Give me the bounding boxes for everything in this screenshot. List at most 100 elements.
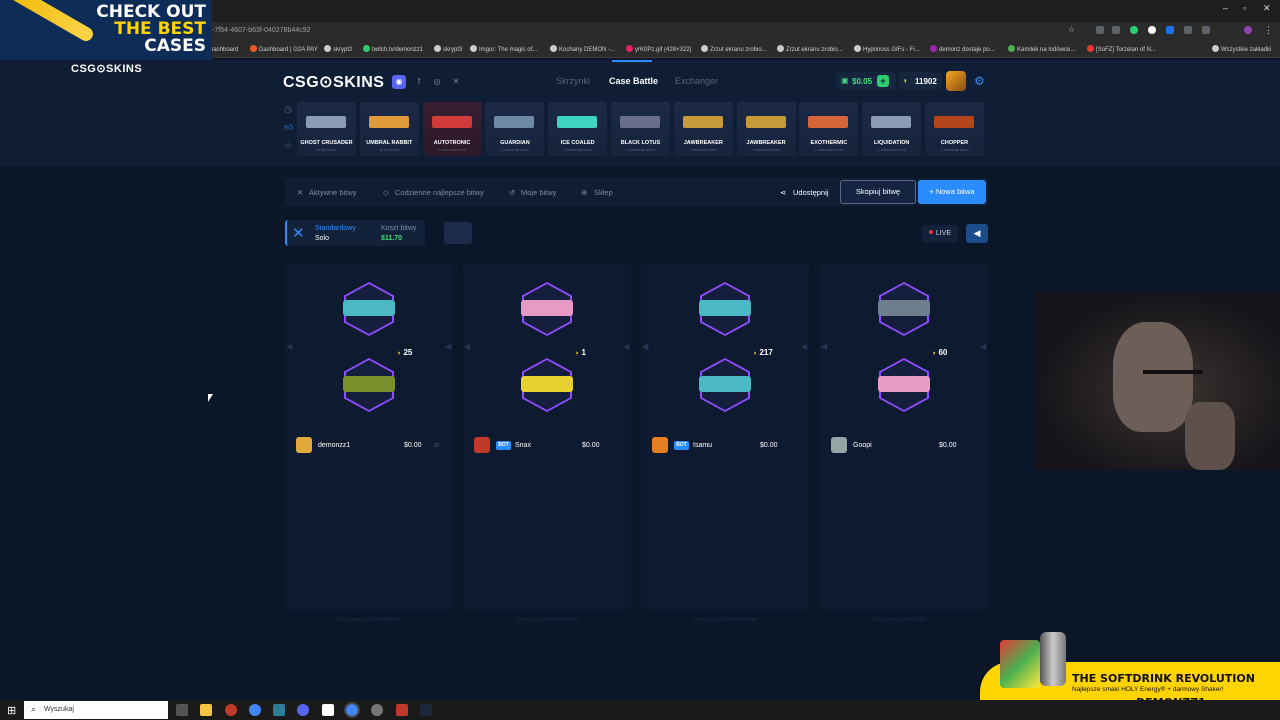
instagram-icon[interactable]: ◎ bbox=[430, 75, 444, 89]
settings-gear-icon[interactable]: ⚙ bbox=[974, 74, 985, 88]
live-drop-item[interactable]: BLACK LOTUS 1 sekundę temu bbox=[611, 102, 670, 156]
live-drop-item[interactable]: CHOPPER 1 sekundę temu bbox=[925, 102, 984, 156]
extension-icon[interactable] bbox=[1130, 26, 1138, 34]
player-name[interactable]: Isamu bbox=[693, 442, 712, 449]
star-icon[interactable]: ☆ bbox=[284, 140, 292, 151]
steam-icon[interactable] bbox=[420, 704, 432, 716]
nav-cases[interactable]: Skrzynki bbox=[556, 76, 590, 86]
nav-exchanger[interactable]: Exchanger bbox=[675, 76, 718, 86]
bookmark-item[interactable]: demonz dostaje po... bbox=[930, 45, 995, 55]
bookmark-item[interactable]: yrK0Pz.gif (428×322) bbox=[626, 45, 692, 55]
facebook-icon[interactable]: f bbox=[412, 75, 426, 89]
live-drop-item[interactable]: EXOTHERMIC 1 sekundę temu bbox=[799, 102, 859, 156]
cost-label: Koszt bitwy bbox=[381, 225, 417, 232]
store-icon[interactable] bbox=[273, 704, 285, 716]
discord-app-icon[interactable] bbox=[297, 704, 309, 716]
opera-icon[interactable] bbox=[225, 704, 237, 716]
new-battle-button[interactable]: + Nowa bitwa bbox=[918, 180, 986, 204]
extension-icon[interactable] bbox=[1148, 26, 1156, 34]
bookmark-item[interactable]: Kochany DEMON -... bbox=[550, 45, 615, 55]
copy-battle-button[interactable]: Skopiuj bitwę bbox=[840, 180, 916, 204]
maximize-icon[interactable]: ▫ bbox=[1243, 3, 1246, 13]
coin-icon: ◗ bbox=[903, 76, 908, 85]
live-drop-item[interactable]: AUTOTRONIC 2 sekundy temu bbox=[422, 102, 482, 156]
chrome-icon[interactable] bbox=[249, 704, 261, 716]
new-battle-label: + Nowa bitwa bbox=[929, 187, 975, 196]
live-drop-item[interactable]: LIQUIDATION 1 sekundę temu bbox=[862, 102, 922, 156]
clock-icon[interactable]: ◷ bbox=[284, 104, 292, 115]
thumbs-up-icon[interactable]: 👍︎ bbox=[284, 122, 293, 133]
item-count-value: 60 bbox=[938, 348, 948, 357]
player-name[interactable]: demonzz1 bbox=[318, 442, 350, 449]
sound-toggle-icon[interactable]: ◀︎ bbox=[966, 224, 988, 243]
player-winnings: $0.00 bbox=[404, 442, 422, 449]
file-explorer-icon[interactable] bbox=[200, 704, 212, 716]
item-count-value: 25 bbox=[403, 348, 413, 357]
bookmark-favicon-icon bbox=[701, 45, 708, 52]
extension-icon[interactable] bbox=[1184, 26, 1192, 34]
battle-case-thumbnail[interactable] bbox=[444, 222, 472, 244]
url-text[interactable]: -7f54-4607-b63f-040278b44c92 bbox=[212, 26, 310, 36]
live-drop-item[interactable]: GUARDIAN 2 sekundy temu bbox=[485, 102, 545, 156]
live-drop-item[interactable]: GHOST CRUSADER w tej chwili bbox=[297, 102, 356, 156]
minimize-icon[interactable]: – bbox=[1223, 3, 1228, 13]
obs-icon[interactable] bbox=[371, 704, 383, 716]
live-dot bbox=[928, 230, 933, 234]
bookmark-item[interactable]: Imgur: The magic of... bbox=[470, 45, 537, 55]
windows-start-icon[interactable]: ⊞ bbox=[7, 704, 16, 717]
site-logo[interactable]: CSG⊙SKINS bbox=[283, 72, 384, 92]
bookmark-item[interactable]: Hypnnoss GIFs - Fi... bbox=[854, 45, 920, 55]
bookmark-item[interactable]: Dashboard | G2A PAY bbox=[250, 45, 318, 55]
bookmark-item[interactable]: twitch.tv/demonzz1 bbox=[363, 45, 423, 55]
task-view-icon[interactable] bbox=[176, 704, 188, 716]
close-window-icon[interactable]: ✕ bbox=[1263, 3, 1271, 14]
player-avatar[interactable] bbox=[474, 437, 490, 453]
player-name[interactable]: Goopi bbox=[853, 442, 872, 449]
bookmark-item[interactable]: skrypt2 bbox=[324, 45, 352, 55]
bookmark-label: Dashboard | G2A PAY bbox=[259, 47, 318, 53]
profile-avatar[interactable] bbox=[1244, 26, 1252, 34]
taskbar-search[interactable]: Wyszukaj bbox=[24, 701, 168, 719]
shield-app-icon[interactable] bbox=[396, 704, 408, 716]
live-drop-item[interactable]: ICE COALED 3 sekundy temu bbox=[548, 102, 608, 156]
browser-menu-icon[interactable]: ⋮ bbox=[1264, 25, 1273, 36]
drink-pack-graphic bbox=[1000, 640, 1040, 688]
tab-active-battles[interactable]: Aktywne bitwy bbox=[309, 188, 357, 197]
extension-icon[interactable] bbox=[1166, 26, 1174, 34]
nav-active-indicator bbox=[612, 60, 652, 62]
nav-case-battle[interactable]: Case Battle bbox=[609, 76, 658, 86]
bookmark-item[interactable]: Zrzut ekranu zrobio... bbox=[777, 45, 843, 55]
bookmark-item[interactable]: skrypt3 bbox=[434, 45, 462, 55]
smile-icon[interactable]: ☺ bbox=[433, 442, 440, 449]
bookmark-label: Zrzut ekranu zrobio... bbox=[710, 47, 767, 53]
extension-icon[interactable] bbox=[1096, 26, 1104, 34]
player-avatar[interactable] bbox=[296, 437, 312, 453]
bookmark-star-icon[interactable]: ☆ bbox=[1068, 25, 1076, 34]
drop-name: JAWBREAKER bbox=[746, 140, 786, 146]
app-icon[interactable] bbox=[322, 704, 334, 716]
extension-icon[interactable] bbox=[1112, 26, 1120, 34]
extensions-puzzle-icon[interactable] bbox=[1202, 26, 1210, 34]
chrome-active-icon[interactable] bbox=[344, 702, 360, 718]
bookmark-item[interactable]: Wszystkie zakładki bbox=[1212, 45, 1271, 55]
gem-icon: ◇ bbox=[383, 188, 389, 197]
bookmark-item[interactable]: Zrzut ekranu zrobio... bbox=[701, 45, 767, 55]
player-avatar[interactable] bbox=[652, 437, 668, 453]
share-button[interactable]: Udostępnij bbox=[793, 188, 828, 197]
live-drop-item[interactable]: JAWBREAKER 1 sekundę temu bbox=[673, 102, 733, 156]
bookmark-item[interactable]: Kamilek na lodówce... bbox=[1008, 45, 1075, 55]
discord-icon[interactable]: ◉ bbox=[392, 75, 406, 89]
live-drop-item[interactable]: UMBRAL RABBIT w tej chwili bbox=[359, 102, 419, 156]
live-drop-item[interactable]: JAWBREAKER 1 sekundę temu bbox=[736, 102, 796, 156]
deposit-button[interactable]: + bbox=[877, 75, 889, 87]
player-name[interactable]: Snax bbox=[515, 442, 531, 449]
x-twitter-icon[interactable]: ✕ bbox=[449, 75, 463, 89]
tab-shop[interactable]: Sklep bbox=[594, 188, 613, 197]
tab-daily-best[interactable]: Codzienne najlepsze bitwy bbox=[395, 188, 484, 197]
bookmark-label: skrypt2 bbox=[333, 47, 353, 53]
bookmark-item[interactable]: [SoFZ] Torzelan of N... bbox=[1087, 45, 1156, 55]
player-avatar[interactable] bbox=[831, 437, 847, 453]
user-avatar[interactable] bbox=[946, 71, 966, 91]
reel-right-arrow-icon: ◀ bbox=[980, 342, 987, 351]
tab-my-battles[interactable]: Moje bitwy bbox=[521, 188, 556, 197]
